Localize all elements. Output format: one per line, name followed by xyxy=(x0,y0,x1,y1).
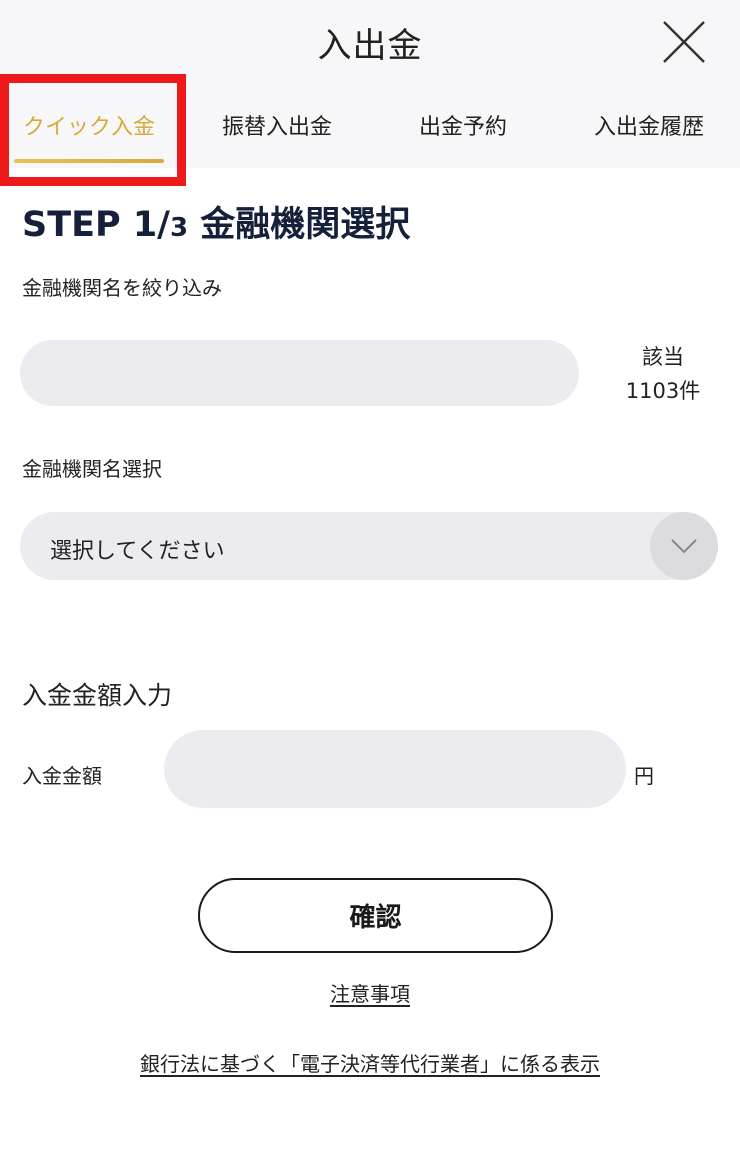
step-prefix: STEP 1/ xyxy=(22,205,170,245)
disclosure-link-text[interactable]: 銀行法に基づく「電子決済等代行業者」に係る表示 xyxy=(140,1052,600,1076)
amount-label: 入金金額 xyxy=(22,764,102,788)
match-count-label: 該当 xyxy=(642,345,684,369)
bank-select-value: 選択してください xyxy=(50,539,225,564)
disclosure-link: 銀行法に基づく「電子決済等代行業者」に係る表示 xyxy=(0,1048,740,1077)
bank-select-dropdown[interactable]: 選択してください xyxy=(20,512,718,580)
select-chevron-button[interactable] xyxy=(650,512,718,580)
confirm-button[interactable]: 確認 xyxy=(198,878,553,953)
filter-label: 金融機関名を絞り込み xyxy=(22,276,222,300)
chevron-down-icon xyxy=(671,539,697,554)
notes-link-text[interactable]: 注意事項 xyxy=(330,982,410,1006)
tab-transfer[interactable]: 振替入出金 xyxy=(198,82,356,168)
amount-input[interactable] xyxy=(164,730,626,808)
step-title-text: 金融機関選択 xyxy=(200,205,411,245)
amount-section-title: 入金金額入力 xyxy=(22,681,173,710)
notes-link: 注意事項 xyxy=(0,978,740,1007)
bank-select-label: 金融機関名選択 xyxy=(22,457,162,481)
tab-history[interactable]: 入出金履歴 xyxy=(574,82,724,168)
currency-unit: 円 xyxy=(634,764,654,788)
match-count-value: 1103件 xyxy=(625,379,701,403)
bank-filter-input[interactable] xyxy=(20,340,579,406)
active-tab-indicator xyxy=(14,159,164,163)
page-title: 入出金 xyxy=(317,26,423,66)
tab-withdrawal-reservation[interactable]: 出金予約 xyxy=(392,82,534,168)
header: 入出金 xyxy=(0,0,740,82)
tab-bar: クイック入金 振替入出金 出金予約 入出金履歴 xyxy=(0,82,740,168)
step-heading: STEP 1/3 金融機関選択 xyxy=(22,196,410,247)
match-count: 該当 1103件 xyxy=(600,340,726,408)
step-total: 3 xyxy=(169,213,189,243)
tab-quick-deposit[interactable]: クイック入金 xyxy=(14,82,164,168)
close-button[interactable] xyxy=(656,14,712,70)
close-icon xyxy=(663,21,705,63)
